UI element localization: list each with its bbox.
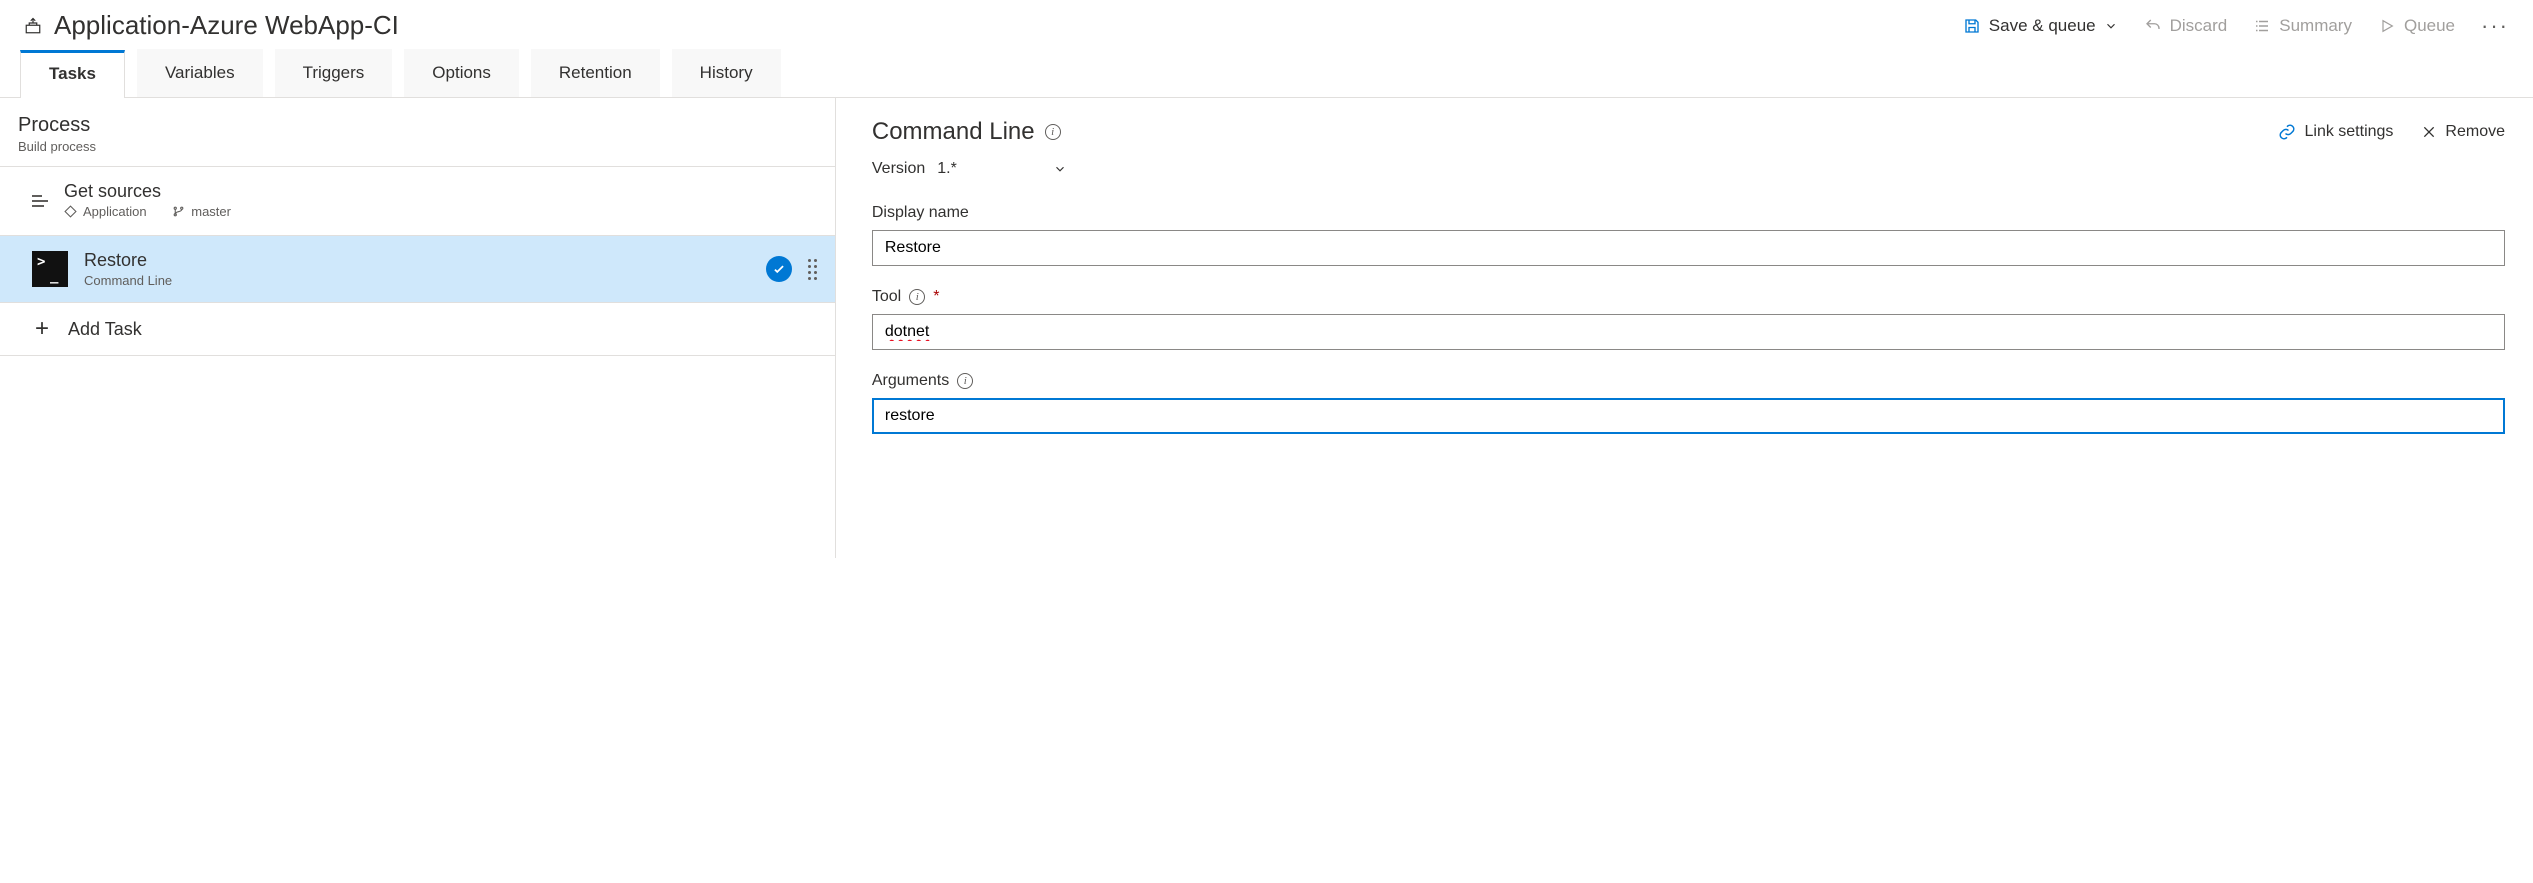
tab-history[interactable]: History [672, 49, 781, 97]
undo-icon [2144, 17, 2162, 35]
drag-handle-icon[interactable] [808, 259, 817, 280]
tab-options[interactable]: Options [404, 49, 519, 97]
save-icon [1963, 17, 1981, 35]
tab-tasks[interactable]: Tasks [20, 50, 125, 98]
terminal-icon [32, 251, 68, 287]
summary-button[interactable]: Summary [2253, 16, 2352, 36]
tool-input[interactable] [872, 314, 2505, 350]
save-queue-label: Save & queue [1989, 16, 2096, 36]
arguments-label: Arguments [872, 372, 949, 390]
branch-indicator: master [172, 204, 231, 219]
task-title: Restore [84, 250, 750, 271]
info-icon[interactable] [909, 289, 925, 305]
task-row-restore[interactable]: Restore Command Line [0, 236, 835, 303]
tool-label: Tool [872, 288, 901, 306]
repo-indicator: Application [64, 204, 147, 219]
tab-variables[interactable]: Variables [137, 49, 263, 97]
close-icon [2421, 124, 2437, 140]
discard-label: Discard [2170, 16, 2228, 36]
process-sub: Build process [18, 139, 817, 154]
discard-button[interactable]: Discard [2144, 16, 2228, 36]
get-sources-row[interactable]: Get sources Application master [0, 167, 835, 236]
save-queue-button[interactable]: Save & queue [1963, 16, 2118, 36]
sources-icon [32, 195, 48, 207]
add-task-label: Add Task [68, 319, 817, 340]
process-title: Process [18, 114, 817, 137]
pipeline-title: Application-Azure WebApp-CI [54, 10, 399, 41]
arguments-input[interactable] [872, 398, 2505, 434]
check-icon [766, 256, 792, 282]
info-icon[interactable] [957, 373, 973, 389]
tabstrip: Tasks Variables Triggers Options Retenti… [0, 49, 2533, 98]
queue-button[interactable]: Queue [2378, 16, 2455, 36]
list-icon [2253, 17, 2271, 35]
version-dropdown[interactable] [1053, 162, 1067, 176]
process-block[interactable]: Process Build process [0, 98, 835, 167]
summary-label: Summary [2279, 16, 2352, 36]
add-task-row[interactable]: + Add Task [0, 303, 835, 356]
tab-triggers[interactable]: Triggers [275, 49, 393, 97]
plus-icon: + [32, 317, 52, 341]
required-marker: * [933, 288, 939, 306]
display-name-label: Display name [872, 204, 969, 222]
task-detail-title: Command Line [872, 118, 1035, 146]
info-icon[interactable] [1045, 124, 1061, 140]
more-button[interactable]: ··· [2481, 13, 2509, 39]
remove-button[interactable]: Remove [2421, 123, 2505, 141]
ellipsis-icon: ··· [2481, 13, 2509, 39]
link-settings-button[interactable]: Link settings [2278, 123, 2393, 141]
play-icon [2378, 17, 2396, 35]
link-icon [2278, 123, 2296, 141]
queue-label: Queue [2404, 16, 2455, 36]
get-sources-title: Get sources [64, 181, 817, 202]
task-type: Command Line [84, 273, 750, 288]
version-value: 1.* [937, 160, 957, 178]
tab-retention[interactable]: Retention [531, 49, 660, 97]
pipeline-icon [24, 17, 42, 35]
display-name-input[interactable] [872, 230, 2505, 266]
chevron-down-icon [2104, 19, 2118, 33]
version-label: Version [872, 160, 925, 178]
